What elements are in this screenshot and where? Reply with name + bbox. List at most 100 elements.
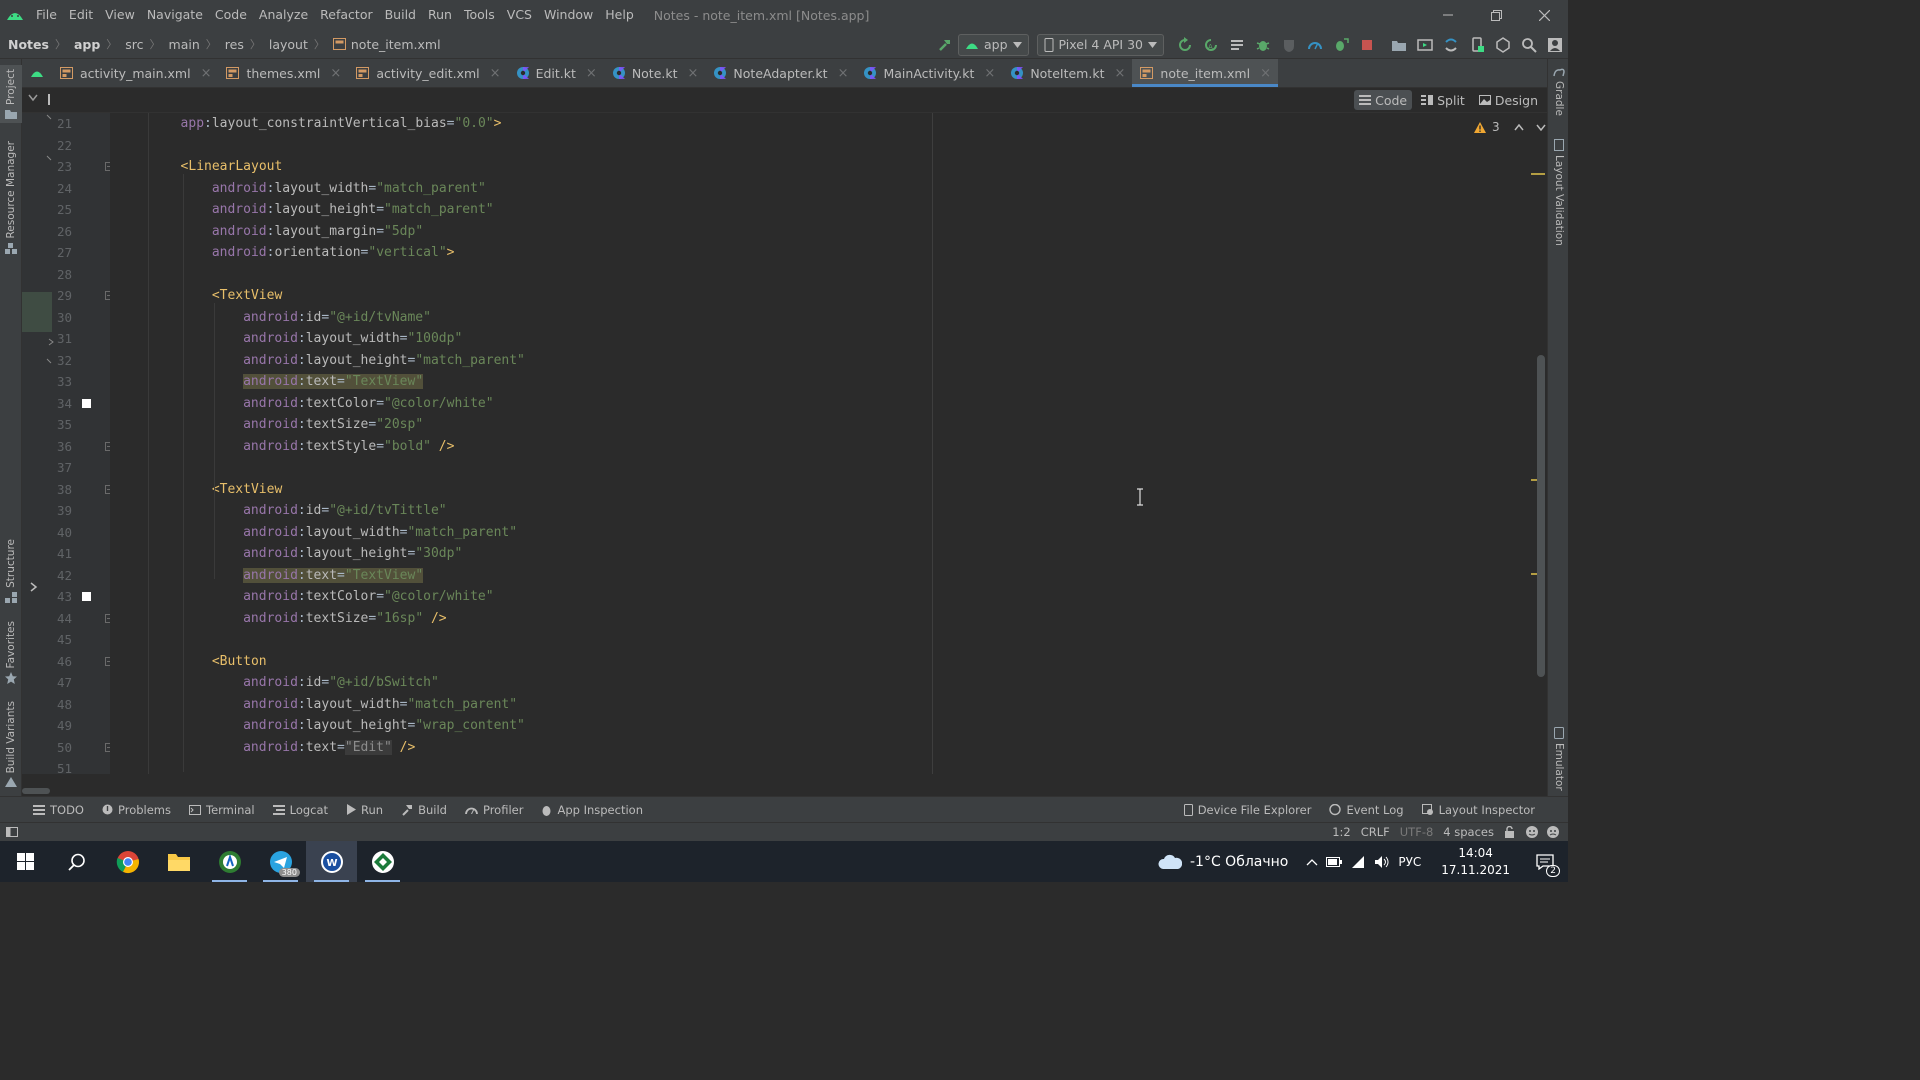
tool-gradle[interactable]: Gradle	[1548, 67, 1570, 116]
android-tab-icon[interactable]	[22, 59, 52, 87]
run-config-select[interactable]: app	[958, 33, 1029, 56]
menu-window[interactable]: Window	[538, 0, 599, 30]
device-select[interactable]: Pixel 4 API 30	[1036, 33, 1164, 56]
weather-text[interactable]: -1°C Облачно	[1190, 854, 1288, 870]
resource-manager-icon[interactable]	[1490, 32, 1516, 58]
close-tab-icon[interactable]: ×	[201, 66, 212, 81]
code-line[interactable]: android:text="TextView"	[110, 371, 1547, 393]
code-line[interactable]: android:textColor="@color/white"	[110, 586, 1547, 608]
tab-themes-xml[interactable]: themes.xml ×	[218, 59, 348, 87]
run-button[interactable]: Run	[337, 797, 392, 823]
build-hammer-icon[interactable]	[932, 32, 958, 58]
tool-layout-validation[interactable]: Layout Validation	[1548, 139, 1570, 246]
inspection-widget[interactable]: 3	[1474, 120, 1546, 134]
menu-vcs[interactable]: VCS	[501, 0, 538, 30]
gutter-fold-arrow-icon[interactable]	[46, 358, 52, 366]
attach-debugger-icon[interactable]	[1328, 32, 1354, 58]
code-line[interactable]: android:layout_width="100dp"	[110, 328, 1547, 350]
code-line[interactable]: <LinearLayout	[110, 156, 1547, 178]
volume-icon[interactable]	[1374, 855, 1390, 869]
color-swatch[interactable]	[82, 398, 91, 408]
minimize-button[interactable]	[1424, 0, 1472, 30]
code-mode-button[interactable]: Code	[1354, 90, 1413, 110]
code-line[interactable]: android:text="TextView"	[110, 565, 1547, 587]
close-tab-icon[interactable]: ×	[1114, 66, 1125, 81]
warning-stripe-mark[interactable]	[1531, 173, 1545, 175]
breadcrumb-item[interactable]: main	[161, 37, 200, 52]
tool-resource-manager[interactable]: Resource Manager	[0, 141, 22, 255]
code-line[interactable]	[110, 264, 1547, 286]
code-line[interactable]	[110, 457, 1547, 479]
tab-mainactivity-kt[interactable]: MainActivity.kt ×	[855, 59, 1002, 87]
code-line[interactable]: <TextView	[110, 285, 1547, 307]
feedback-face-icon[interactable]	[1546, 825, 1560, 839]
menu-edit[interactable]: Edit	[63, 0, 99, 30]
word-app[interactable]: W	[306, 841, 357, 882]
horizontal-scrollbar[interactable]	[22, 788, 50, 794]
device-file-explorer-button[interactable]: Device File Explorer	[1175, 797, 1321, 823]
android-studio-app[interactable]	[204, 841, 255, 882]
telegram-app[interactable]: 380	[255, 841, 306, 882]
gutter-fold-arrow-icon[interactable]	[46, 113, 52, 123]
code-editor[interactable]: app:layout_constraintVertical_bias="0.0"…	[110, 113, 1547, 774]
search-button[interactable]	[51, 841, 102, 882]
input-language[interactable]: РУС	[1398, 855, 1421, 869]
wifi-icon[interactable]	[1350, 855, 1366, 869]
debug-icon[interactable]	[1250, 32, 1276, 58]
code-line[interactable]: android:layout_height="30dp"	[110, 543, 1547, 565]
tool-project[interactable]: Project	[0, 65, 22, 123]
code-line[interactable]: android:layout_height="match_parent"	[110, 350, 1547, 372]
collapse-chevron-icon[interactable]	[28, 94, 38, 102]
code-line[interactable]: android:text="Edit" />	[110, 737, 1547, 759]
indent-setting[interactable]: 4 spaces	[1438, 825, 1499, 839]
menu-run[interactable]: Run	[422, 0, 458, 30]
code-line[interactable]: android:layout_width="match_parent"	[110, 178, 1547, 200]
apply-code-changes-icon[interactable]: A	[1198, 32, 1224, 58]
breadcrumb-item[interactable]: src	[117, 37, 143, 52]
close-tab-icon[interactable]: ×	[838, 66, 849, 81]
gutter-fold-arrow-icon[interactable]	[46, 155, 52, 163]
code-line[interactable]: android:id="@+id/tvName"	[110, 307, 1547, 329]
file-explorer-app[interactable]	[153, 841, 204, 882]
tab-activity-main-xml[interactable]: activity_main.xml ×	[52, 59, 218, 87]
design-mode-button[interactable]: Design	[1474, 90, 1543, 110]
inspector-face-icon[interactable]	[1525, 825, 1539, 839]
battery-icon[interactable]	[1326, 856, 1343, 867]
menu-refactor[interactable]: Refactor	[314, 0, 378, 30]
breadcrumb-item[interactable]: note_item.xml	[325, 37, 441, 52]
close-tab-icon[interactable]: ×	[586, 66, 597, 81]
code-line[interactable]: android:layout_margin="5dp"	[110, 221, 1547, 243]
tab-note-kt[interactable]: Note.kt ×	[604, 59, 706, 87]
close-tab-icon[interactable]: ×	[1260, 66, 1271, 81]
clock[interactable]: 14:04 17.11.2021	[1441, 845, 1510, 879]
menu-analyze[interactable]: Analyze	[253, 0, 314, 30]
menu-file[interactable]: File	[30, 0, 63, 30]
line-separator[interactable]: CRLF	[1356, 825, 1395, 839]
color-swatch[interactable]	[82, 592, 91, 601]
notifications-button[interactable]: 2	[1530, 847, 1560, 877]
lock-icon[interactable]	[1504, 826, 1515, 838]
editor-gutter[interactable]: 21 22 23 24 25 26 27 28 29 30 31 32 33 34 35 36 37 38 39 40…	[22, 113, 114, 776]
tab-noteitem-kt[interactable]: NoteItem.kt ×	[1002, 59, 1132, 87]
breadcrumb-item[interactable]: layout	[261, 37, 308, 52]
vertical-scrollbar[interactable]	[1537, 355, 1545, 677]
chrome-app[interactable]	[102, 841, 153, 882]
menu-build[interactable]: Build	[379, 0, 422, 30]
profiler-button[interactable]: Profiler	[456, 797, 533, 823]
build-button[interactable]: Build	[392, 797, 456, 823]
caret-position[interactable]: 1:2	[1327, 825, 1356, 839]
breadcrumb-item[interactable]: Notes	[0, 37, 49, 52]
code-line[interactable]: <TextView	[110, 479, 1547, 501]
code-line[interactable]	[110, 758, 1547, 774]
coverage-icon[interactable]	[1276, 32, 1302, 58]
close-tab-icon[interactable]: ×	[688, 66, 699, 81]
terminal-button[interactable]: Terminal	[180, 797, 264, 823]
code-line[interactable]: android:textSize="20sp"	[110, 414, 1547, 436]
tool-build-variants[interactable]: Build Variants	[0, 701, 22, 788]
search-everywhere-icon[interactable]	[1516, 32, 1542, 58]
code-line[interactable]: android:layout_height="match_parent"	[110, 199, 1547, 221]
project-structure-icon[interactable]	[1386, 32, 1412, 58]
tool-favorites[interactable]: Favorites	[0, 621, 22, 685]
menu-view[interactable]: View	[99, 0, 141, 30]
layout-inspector-button[interactable]: Layout Inspector	[1413, 797, 1544, 823]
